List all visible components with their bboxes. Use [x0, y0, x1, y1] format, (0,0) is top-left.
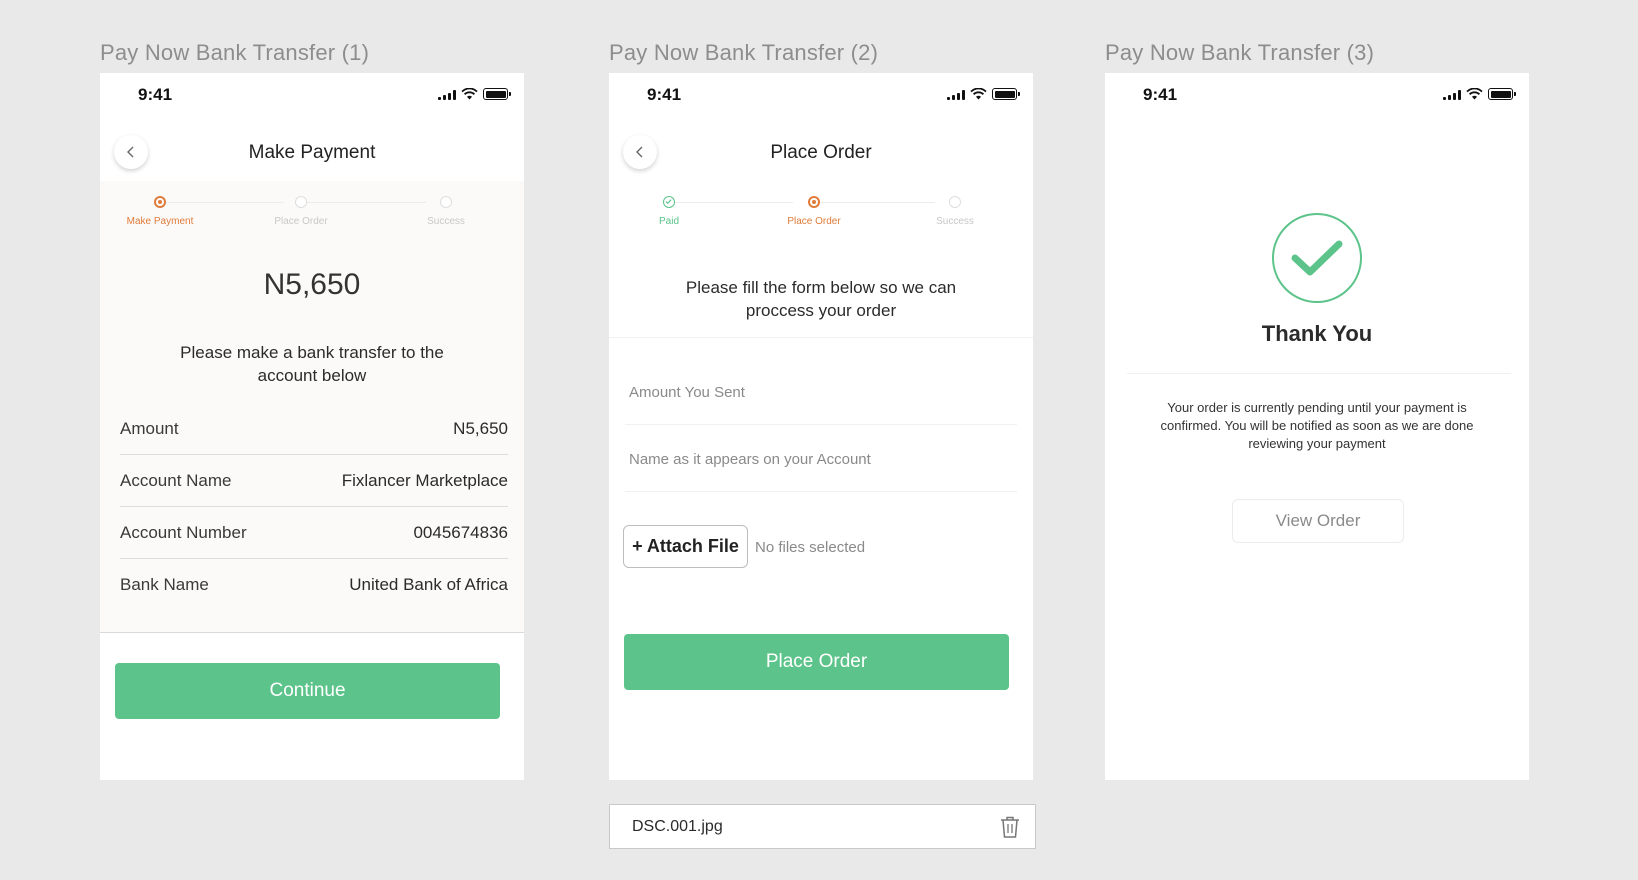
step-dot-make-payment — [154, 196, 166, 208]
step-connector — [166, 202, 284, 203]
detail-label: Account Name — [120, 470, 232, 490]
status-time: 9:41 — [138, 85, 173, 104]
phone-screen-success: 9:41 Thank You Your order is currently p… — [1105, 73, 1529, 780]
step-label-success: Success — [427, 216, 465, 227]
status-bar: 9:41 — [609, 73, 1033, 117]
step-connector — [815, 202, 935, 203]
selected-file-bar: DSC.001.jpg — [609, 804, 1036, 849]
detail-row-account-number: Account Number 0045674836 — [120, 507, 508, 559]
status-icons — [947, 88, 1020, 100]
divider — [1127, 373, 1511, 374]
step-label-make-payment: Make Payment — [126, 216, 194, 227]
wifi-icon — [1466, 88, 1483, 100]
battery-icon — [1488, 88, 1516, 100]
step-label-paid: Paid — [658, 216, 680, 227]
step-dot-place-order — [295, 196, 307, 208]
attach-file-button[interactable]: + Attach File — [623, 525, 748, 568]
detail-row-bank-name: Bank Name United Bank of Africa — [120, 559, 508, 611]
no-files-text: No files selected — [755, 539, 866, 556]
place-order-button[interactable]: Place Order — [624, 634, 1009, 690]
battery-icon — [992, 88, 1020, 100]
progress-steps: Paid Place Order Success — [609, 191, 1033, 231]
status-bar: 9:41 — [100, 73, 524, 117]
amount-sent-field[interactable]: Amount You Sent — [625, 359, 1017, 425]
frame-title-2: Pay Now Bank Transfer (2) — [609, 40, 879, 65]
wifi-icon — [461, 88, 478, 100]
check-icon — [665, 199, 672, 205]
step-dot-success — [440, 196, 452, 208]
detail-value: Fixlancer Marketplace — [341, 470, 508, 490]
detail-value: N5,650 — [453, 418, 508, 438]
step-label-place-order: Place Order — [274, 216, 328, 227]
page-title: Make Payment — [248, 142, 376, 163]
detail-row-account-name: Account Name Fixlancer Marketplace — [120, 455, 508, 507]
page-title: Place Order — [770, 142, 872, 163]
view-order-button[interactable]: View Order — [1232, 499, 1404, 543]
continue-button[interactable]: Continue — [115, 663, 500, 719]
detail-label: Bank Name — [120, 575, 209, 594]
amount-sent-placeholder: Amount You Sent — [629, 384, 745, 401]
detail-label: Amount — [120, 418, 179, 438]
divider — [609, 337, 1033, 338]
status-time: 9:41 — [647, 85, 682, 104]
file-name: DSC.001.jpg — [632, 818, 723, 835]
success-check-circle — [1272, 213, 1362, 303]
wifi-icon — [970, 88, 987, 100]
battery-icon — [483, 88, 511, 100]
status-bar: 9:41 — [1105, 73, 1529, 117]
checkmark-icon — [1291, 240, 1343, 276]
status-time: 9:41 — [1143, 85, 1178, 104]
step-connector — [306, 202, 426, 203]
step-connector — [675, 202, 793, 203]
step-dot-paid — [663, 196, 675, 208]
step-dot-place-order — [808, 196, 820, 208]
status-icons — [1443, 88, 1516, 100]
detail-label: Account Number — [120, 522, 247, 542]
thank-you-heading: Thank You — [1261, 321, 1373, 346]
detail-value: United Bank of Africa — [349, 575, 508, 594]
signal-icon — [947, 89, 965, 100]
amount-total: N5,650 — [263, 268, 361, 301]
nav-bar: Place Order — [609, 117, 1033, 181]
frame-title-3: Pay Now Bank Transfer (3) — [1105, 40, 1375, 65]
frame-title-1: Pay Now Bank Transfer (1) — [100, 40, 370, 65]
instruction-text: Please fill the form below so we can pro… — [685, 278, 957, 320]
progress-steps: Make Payment Place Order Success — [100, 191, 524, 231]
account-name-field[interactable]: Name as it appears on your Account — [625, 426, 1017, 492]
signal-icon — [1443, 89, 1461, 100]
status-icons — [438, 88, 511, 100]
phone-screen-place-order: 9:41 Place Order Paid Place Order Succes… — [609, 73, 1033, 780]
phone-screen-make-payment: 9:41 Make Payment Make Payment Place Ord… — [100, 73, 524, 780]
step-dot-success — [949, 196, 961, 208]
signal-icon — [438, 89, 456, 100]
nav-bar: Make Payment — [100, 117, 524, 181]
step-label-place-order: Place Order — [787, 216, 841, 227]
step-label-success: Success — [936, 216, 974, 227]
detail-row-amount: Amount N5,650 — [120, 403, 508, 455]
trash-icon[interactable] — [999, 815, 1021, 839]
instruction-text: Please make a bank transfer to the accou… — [180, 343, 444, 385]
account-name-placeholder: Name as it appears on your Account — [629, 451, 871, 468]
detail-value: 0045674836 — [413, 522, 508, 542]
confirmation-message: Your order is currently pending until yo… — [1160, 400, 1474, 451]
